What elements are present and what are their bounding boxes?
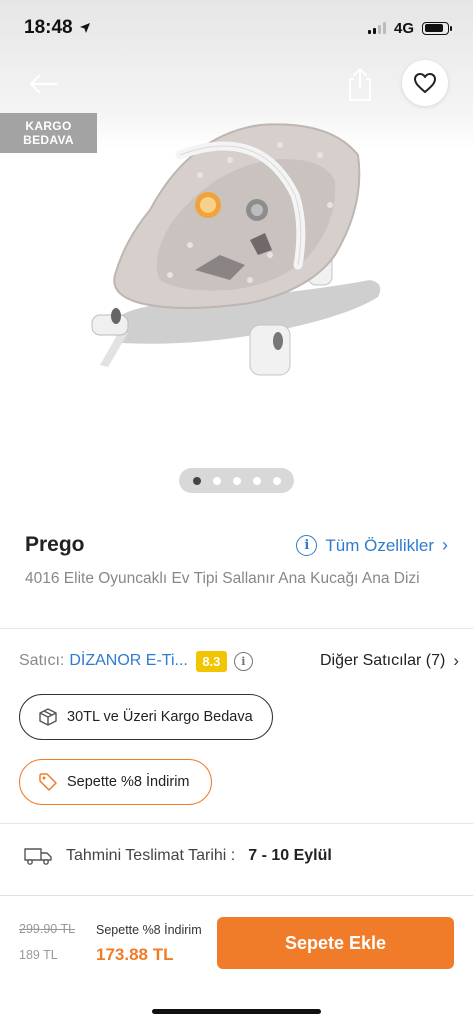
sale-price: 189 TL [19,948,58,962]
badge-line2: BEDAVA [23,133,74,147]
box-icon [39,708,57,726]
top-nav [0,58,473,110]
free-shipping-label: 30TL ve Üzeri Kargo Bedava [67,709,253,725]
seller-name-link[interactable]: DİZANOR E-Ti... [69,652,188,670]
network-type: 4G [393,19,414,37]
home-indicator[interactable] [152,1009,321,1014]
cart-discount-pill[interactable]: Sepette %8 İndirim [19,759,212,805]
delivery-label: Tahmini Teslimat Tarihi : [66,847,236,864]
other-sellers-label: Diğer Satıcılar (7) [319,652,446,669]
product-brand[interactable]: Prego [25,533,85,557]
rating-info-icon[interactable]: i [233,651,253,671]
seller-rating-badge: 8.3 [195,650,227,672]
location-arrow-icon [79,23,90,33]
free-shipping-pill[interactable]: 30TL ve Üzeri Kargo Bedava [19,694,273,740]
tag-icon [39,773,57,791]
add-to-cart-button[interactable]: Sepete Ekle [217,917,454,969]
carousel-dot[interactable] [232,476,241,485]
chevron-right-icon: › [442,535,448,555]
cart-discount-label: Sepette %8 İndirim [67,774,190,790]
all-features-link[interactable]: i Tüm Özellikler › [296,535,448,556]
carousel-dot[interactable] [192,476,201,485]
heart-icon [414,73,436,93]
product-photo[interactable] [80,115,390,400]
free-shipping-badge: KARGO BEDAVA [0,113,97,153]
info-icon: i [296,535,318,556]
carousel-dot[interactable] [272,476,281,485]
delivery-date: 7 - 10 Eylül [248,847,332,864]
carousel-dot[interactable] [252,476,261,485]
seller-row: Satıcı: DİZANOR E-Ti... 8.3 i Diğer Satı… [19,648,459,674]
divider [0,628,473,629]
final-price: 173.88 TL [96,945,174,964]
battery-icon [422,21,452,35]
arrow-left-icon [29,74,58,94]
signal-icon [367,22,386,34]
status-indicators: 4G [367,19,452,37]
clock: 18:48 [24,17,73,38]
back-button[interactable] [28,66,68,102]
original-price: 299.90 TL [19,922,76,936]
other-sellers-link[interactable]: Diğer Satıcılar (7) › [320,651,459,671]
product-name: 4016 Elite Oyuncaklı Ev Tipi Sallanır An… [25,570,420,587]
share-button[interactable] [344,64,376,104]
favorite-button[interactable] [402,60,448,106]
truck-icon [24,848,52,865]
delivery-estimate: Tahmini Teslimat Tarihi : 7 - 10 Eylül [23,846,332,866]
status-time: 18:48 [24,17,91,39]
features-link-label: Tüm Özellikler [325,535,434,555]
seller-label: Satıcı: [19,652,65,669]
carousel-pagination[interactable] [179,468,294,493]
badge-line1: KARGO [25,119,72,133]
share-icon [349,68,371,101]
bottom-purchase-bar: 299.90 TL 189 TL Sepette %8 İndirim 173.… [0,895,473,1024]
carousel-dot[interactable] [212,476,221,485]
divider [0,823,473,824]
cart-discount-note: Sepette %8 İndirim [96,923,202,937]
status-bar: 18:48 4G [0,0,473,56]
chevron-right-icon: › [453,651,459,670]
